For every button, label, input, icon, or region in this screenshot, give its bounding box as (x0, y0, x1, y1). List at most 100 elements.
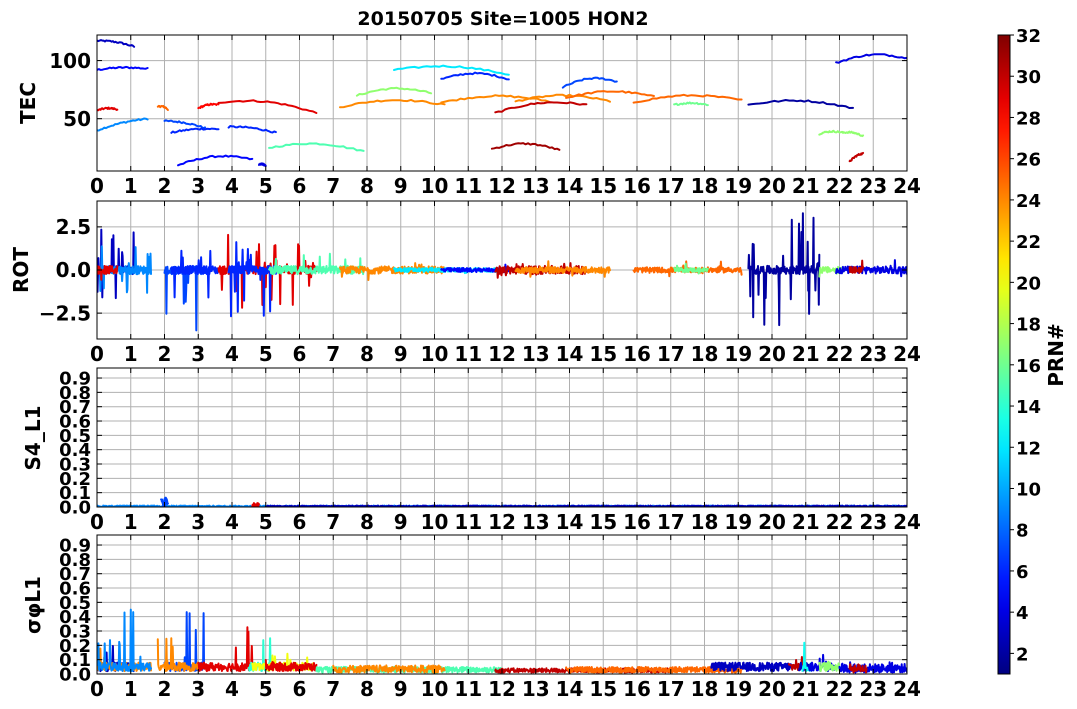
x-tick-label: 23 (859, 174, 887, 198)
x-tick-label: 3 (191, 677, 205, 701)
x-tick-label: 8 (360, 342, 374, 366)
panel-sigphi: σφL1 0 1 2 3 4 5 6 7 8 9 10 11 12 13 14 15 16 17 18 19 20 21 2… (21, 534, 921, 701)
colorbar-tick-label: 30 (1016, 67, 1041, 88)
series-prn-6 (170, 249, 220, 299)
series-prn-12 (393, 64, 510, 76)
x-tick-label: 0 (90, 677, 104, 701)
x-tick-label: 0 (90, 510, 104, 534)
x-tick-label: 9 (394, 174, 408, 198)
colorbar-tick-label: 2 (1016, 644, 1029, 665)
x-tick-label: 7 (326, 677, 340, 701)
x-tick-label: 0 (90, 342, 104, 366)
y-axis-label-tec: TEC (16, 82, 40, 124)
series-prn-6 (227, 241, 277, 318)
x-tick-label: 8 (360, 174, 374, 198)
colorbar-tick-label: 18 (1016, 315, 1041, 336)
x-tick-label: 19 (724, 174, 752, 198)
x-tick-label: 24 (893, 174, 921, 198)
x-tick-label: 4 (225, 342, 239, 366)
x-tick-label: 16 (623, 174, 651, 198)
x-tick-label: 13 (522, 174, 550, 198)
series-prn-4 (258, 162, 267, 167)
series-prn-6 (170, 127, 220, 134)
x-tick-label: 11 (454, 174, 482, 198)
x-tick-label: 16 (623, 342, 651, 366)
series-prn-3 (710, 661, 794, 673)
x-tick-label: 20 (758, 677, 786, 701)
x-tick-label: 23 (859, 510, 887, 534)
x-tick-label: 6 (293, 510, 307, 534)
x-tick-label: 2 (158, 342, 172, 366)
x-tick-label: 12 (488, 342, 516, 366)
x-tick-label: 5 (259, 677, 273, 701)
x-tick-label: 10 (421, 342, 449, 366)
y-tick-label: 0.9 (59, 369, 91, 390)
series-prn-28 (197, 102, 220, 110)
colorbar-tick-label: 14 (1016, 397, 1041, 418)
x-tick-label: 14 (556, 510, 584, 534)
x-tick-label: 5 (259, 342, 273, 366)
colorbar-tick-label: 6 (1016, 562, 1029, 583)
x-tick-label: 22 (826, 342, 854, 366)
x-tick-label: 3 (191, 510, 205, 534)
series-prn-17 (355, 86, 433, 97)
series-prn-9 (97, 117, 149, 132)
x-tick-label: 19 (724, 677, 752, 701)
x-tick-label: 19 (724, 342, 752, 366)
x-tick-label: 6 (293, 342, 307, 366)
y-axis-label-rot: ROT (9, 247, 33, 293)
series-prn-16 (673, 101, 709, 107)
colorbar-tick-label: 10 (1016, 479, 1041, 500)
x-tick-label: 17 (657, 174, 685, 198)
colorbar: PRN# 2468101214161820222426283032 (997, 26, 1068, 675)
colorbar-tick-label: 12 (1016, 438, 1041, 459)
chart-title: 20150705 Site=1005 HON2 (357, 8, 648, 30)
colorbar-tick-label: 32 (1016, 26, 1041, 47)
x-tick-label: 23 (859, 342, 887, 366)
y-tick-label: 0.0 (56, 258, 91, 282)
x-tick-label: 18 (691, 342, 719, 366)
x-tick-label: 20 (758, 342, 786, 366)
x-tick-label: 7 (326, 342, 340, 366)
x-tick-label: 17 (657, 342, 685, 366)
series-prn-29 (197, 626, 254, 673)
colorbar-tick-label: 16 (1016, 356, 1041, 377)
x-tick-label: 17 (657, 510, 685, 534)
x-tick-label: 6 (293, 174, 307, 198)
x-tick-label: 14 (556, 677, 584, 701)
x-tick-label: 20 (758, 510, 786, 534)
x-tick-label: 2 (158, 510, 172, 534)
x-tick-label: 20 (758, 174, 786, 198)
x-tick-label: 17 (657, 677, 685, 701)
y-tick-label: 0.9 (59, 536, 91, 557)
x-tick-label: 15 (589, 174, 617, 198)
series-prn-15 (268, 142, 365, 152)
x-tick-label: 16 (623, 510, 651, 534)
colorbar-tick-label: 20 (1016, 273, 1041, 294)
x-tick-label: 23 (859, 677, 887, 701)
series-prn-29 (97, 106, 119, 112)
x-tick-label: 21 (792, 174, 820, 198)
y-tick-label: 100 (49, 49, 91, 73)
series-prn-5 (97, 65, 149, 71)
x-tick-label: 10 (421, 174, 449, 198)
x-tick-label: 13 (522, 677, 550, 701)
y-tick-label: 2.5 (56, 215, 91, 239)
x-tick-label: 21 (792, 510, 820, 534)
x-tick-label: 10 (421, 510, 449, 534)
x-tick-label: 5 (259, 510, 273, 534)
x-tick-label: 11 (454, 342, 482, 366)
x-tick-label: 12 (488, 174, 516, 198)
series-prn-4 (835, 53, 907, 64)
x-tick-label: 7 (326, 174, 340, 198)
series-prn-7 (163, 119, 206, 130)
colorbar-tick-label: 26 (1016, 150, 1041, 171)
colorbar-tick-label: 8 (1016, 521, 1029, 542)
x-tick-label: 18 (691, 677, 719, 701)
series-prn-25 (156, 104, 169, 111)
colorbar-gradient-bar (998, 35, 1010, 674)
x-tick-label: 8 (360, 510, 374, 534)
x-tick-label: 15 (589, 342, 617, 366)
series-prn-30 (494, 101, 588, 114)
series-prn-5 (177, 154, 254, 167)
